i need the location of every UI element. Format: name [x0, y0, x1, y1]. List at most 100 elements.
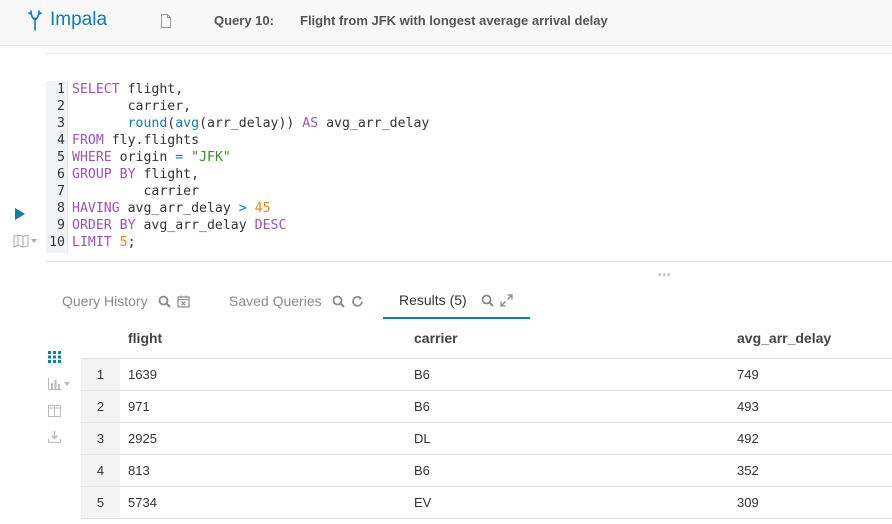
- code-token: LIMIT: [72, 235, 112, 250]
- tab-label: Query History: [62, 293, 148, 309]
- impala-antler-icon: [28, 10, 42, 31]
- cell-flight: 971: [128, 399, 150, 414]
- execute-query-button[interactable]: [15, 208, 25, 220]
- code-token: carrier: [72, 184, 200, 199]
- sql-editor[interactable]: 1 SELECT flight, 2 carrier, 3 round(avg(arr…: [46, 81, 892, 253]
- search-icon[interactable]: [332, 295, 345, 308]
- table-row[interactable]: 3 2925 DL 492: [81, 423, 892, 455]
- code-token: FROM: [72, 133, 104, 148]
- cell-flight: 813: [128, 463, 150, 478]
- tab-label: Results (5): [399, 292, 467, 308]
- code-line[interactable]: 10 LIMIT 5;: [46, 234, 892, 251]
- code-text: carrier,: [72, 98, 192, 115]
- resize-handle[interactable]: •••: [658, 270, 672, 281]
- divider: [46, 53, 892, 54]
- bar-chart-icon: [48, 378, 62, 390]
- cell-flight: 5734: [128, 495, 157, 510]
- results-table: flight carrier avg_arr_delay 1 1639 B6 749 2…: [81, 319, 892, 519]
- code-line[interactable]: 2 carrier,: [46, 98, 892, 115]
- row-index: 5: [96, 495, 105, 510]
- cell-avg-arr-delay: 309: [737, 495, 759, 510]
- line-number: 4: [57, 133, 65, 148]
- line-number: 9: [57, 218, 65, 233]
- cell-flight: 2925: [128, 431, 157, 446]
- code-line[interactable]: 8 HAVING avg_arr_delay > 45: [46, 200, 892, 217]
- code-token: >: [238, 201, 247, 216]
- row-index: 1: [96, 367, 105, 382]
- code-token: flight,: [135, 167, 200, 182]
- cell-avg-arr-delay: 749: [737, 367, 759, 382]
- code-line[interactable]: 6 GROUP BY flight,: [46, 166, 892, 183]
- map-icon: [13, 234, 29, 248]
- line-number: 10: [49, 235, 65, 250]
- cell-carrier: DL: [414, 431, 431, 446]
- code-line[interactable]: 4 FROM fly.flights: [46, 132, 892, 149]
- code-token: avg: [175, 116, 200, 131]
- chart-view-dropdown[interactable]: [48, 378, 72, 390]
- line-number: 5: [57, 150, 65, 165]
- map-dropdown[interactable]: [13, 234, 39, 248]
- code-token: WHERE: [72, 150, 112, 165]
- code-token: ORDER BY: [72, 218, 136, 233]
- app-name: Impala: [50, 9, 108, 30]
- code-token: fly.flights: [103, 133, 200, 148]
- code-text: LIMIT 5;: [72, 234, 136, 251]
- query-title[interactable]: Flight from JFK with longest average arr…: [300, 13, 608, 28]
- row-index: 3: [96, 431, 105, 446]
- cell-carrier: B6: [414, 463, 430, 478]
- line-number: 3: [57, 116, 65, 131]
- search-icon[interactable]: [158, 295, 171, 308]
- code-token: round: [127, 116, 168, 131]
- column-header-carrier[interactable]: carrier: [414, 330, 458, 346]
- table-row[interactable]: 2 971 B6 493: [81, 391, 892, 423]
- table-header: flight carrier avg_arr_delay: [81, 319, 892, 359]
- column-header-avg-arr-delay[interactable]: avg_arr_delay: [737, 330, 831, 346]
- tab-saved-queries[interactable]: Saved Queries: [229, 283, 364, 319]
- tab-label: Saved Queries: [229, 293, 322, 309]
- grid-view-icon[interactable]: [48, 351, 61, 363]
- code-token: DESC: [254, 218, 287, 233]
- code-text: carrier: [72, 183, 199, 200]
- code-line[interactable]: 3 round(avg(arr_delay)) AS avg_arr_delay: [46, 115, 892, 132]
- search-icon[interactable]: [481, 294, 494, 307]
- line-number: 2: [57, 99, 65, 114]
- calendar-x-icon[interactable]: [176, 295, 190, 308]
- code-token: avg_arr_delay: [119, 201, 239, 216]
- row-index: 4: [96, 463, 105, 478]
- code-token: =: [175, 150, 184, 165]
- code-text: HAVING avg_arr_delay > 45: [72, 200, 271, 217]
- download-icon[interactable]: [48, 431, 61, 443]
- file-icon[interactable]: [160, 14, 172, 28]
- code-line[interactable]: 1 SELECT flight,: [46, 81, 892, 98]
- line-number: 1: [57, 82, 65, 97]
- editor-divider: [46, 261, 892, 262]
- code-line[interactable]: 7 carrier: [46, 183, 892, 200]
- cell-carrier: B6: [414, 399, 430, 414]
- impala-logo[interactable]: Impala: [28, 9, 107, 31]
- code-text: FROM fly.flights: [72, 132, 199, 149]
- column-header-flight[interactable]: flight: [128, 330, 162, 346]
- tab-results[interactable]: Results (5): [383, 283, 530, 319]
- code-token: HAVING: [72, 201, 120, 216]
- code-line[interactable]: 9 ORDER BY avg_arr_delay DESC: [46, 217, 892, 234]
- code-text: round(avg(arr_delay)) AS avg_arr_delay: [72, 115, 430, 132]
- cell-flight: 1639: [128, 367, 157, 382]
- caret-down-icon: [31, 239, 37, 243]
- expand-icon[interactable]: [500, 293, 513, 307]
- cell-avg-arr-delay: 352: [737, 463, 759, 478]
- table-row[interactable]: 5 5734 EV 309: [81, 487, 892, 519]
- code-token: GROUP BY: [72, 167, 136, 182]
- columns-icon[interactable]: [48, 405, 61, 417]
- cell-carrier: EV: [414, 495, 432, 510]
- refresh-icon[interactable]: [351, 295, 364, 308]
- table-row[interactable]: 4 813 B6 352: [81, 455, 892, 487]
- code-text: GROUP BY flight,: [72, 166, 199, 183]
- line-number: 7: [57, 184, 65, 199]
- line-number: 6: [57, 167, 65, 182]
- tab-query-history[interactable]: Query History: [62, 283, 190, 319]
- table-row[interactable]: 1 1639 B6 749: [81, 359, 892, 391]
- code-line[interactable]: 5 WHERE origin = "JFK": [46, 149, 892, 166]
